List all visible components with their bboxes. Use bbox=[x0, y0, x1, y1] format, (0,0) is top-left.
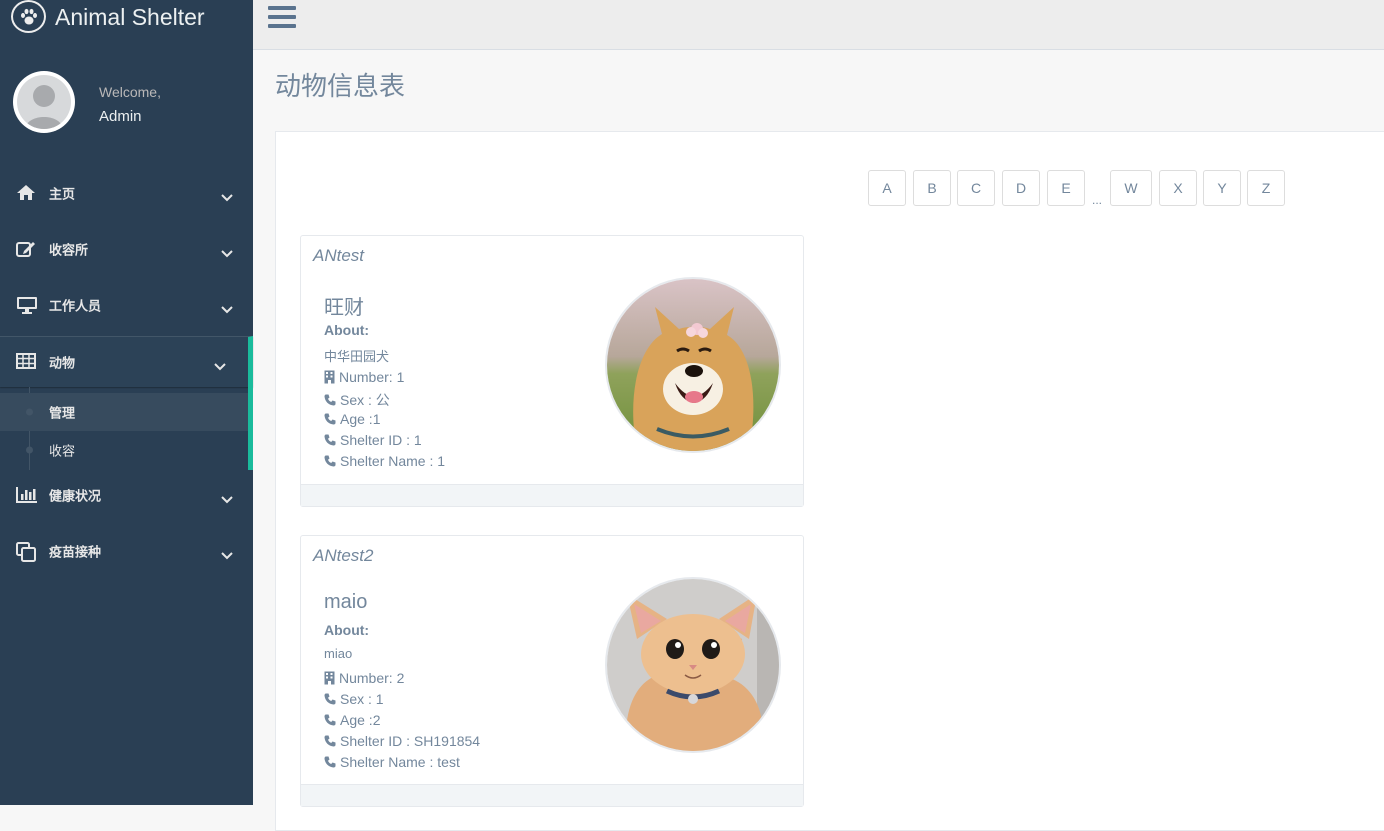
animal-name: 旺财 bbox=[324, 297, 364, 319]
sidebar-item-label: 动物 bbox=[49, 355, 76, 371]
bullet-icon bbox=[26, 408, 33, 416]
sidebar-item-vaccination[interactable]: 疫苗接种 bbox=[0, 523, 253, 579]
card-brief: ANtest2 bbox=[313, 546, 374, 565]
building-icon bbox=[324, 671, 335, 685]
phone-icon bbox=[324, 735, 336, 747]
about-label: About: bbox=[324, 622, 370, 638]
phone-icon bbox=[324, 693, 336, 705]
submenu-item-label: 管理 bbox=[49, 405, 76, 421]
sidebar-item-label: 疫苗接种 bbox=[49, 544, 102, 560]
animal-shelter-name: Shelter Name : test bbox=[324, 754, 460, 770]
sidebar-item-home[interactable]: 主页 bbox=[0, 165, 253, 221]
phone-icon bbox=[324, 714, 336, 726]
user-name: Admin bbox=[99, 108, 142, 125]
animal-card: ANtest 旺财 About: 中华田园犬 Number: 1 Sex : 公… bbox=[300, 235, 804, 507]
submenu-item-label: 收容 bbox=[49, 443, 76, 459]
chevron-down-icon bbox=[221, 547, 233, 560]
card-footer bbox=[301, 784, 803, 806]
phone-icon bbox=[324, 394, 336, 406]
orange-kitten-photo bbox=[605, 577, 781, 753]
desktop-icon bbox=[16, 296, 38, 314]
sidebar-item-label: 工作人员 bbox=[49, 298, 102, 314]
animal-description: 中华田园犬 bbox=[324, 349, 390, 364]
edit-icon bbox=[16, 240, 38, 258]
paw-icon bbox=[11, 0, 46, 33]
animal-description: miao bbox=[324, 646, 353, 661]
chevron-down-icon bbox=[221, 245, 233, 258]
animal-age: Age :2 bbox=[324, 712, 380, 728]
sidebar-item-label: 收容所 bbox=[49, 242, 89, 258]
letter-filter-w[interactable]: W bbox=[1110, 170, 1152, 206]
welcome-text: Welcome, bbox=[99, 84, 161, 100]
avatar bbox=[13, 71, 75, 133]
animal-sex: Sex : 公 bbox=[324, 390, 390, 410]
submenu-item-adopt[interactable]: 收容 bbox=[0, 431, 248, 469]
bullet-icon bbox=[26, 446, 33, 454]
animal-age: Age :1 bbox=[324, 411, 380, 427]
sidebar-item-shelter[interactable]: 收容所 bbox=[0, 221, 253, 277]
letter-filter-y[interactable]: Y bbox=[1203, 170, 1241, 206]
letter-filter-e[interactable]: E bbox=[1047, 170, 1085, 206]
card-footer bbox=[301, 484, 803, 506]
animal-card: ANtest2 maio About: miao Number: 2 Sex :… bbox=[300, 535, 804, 807]
shiba-dog-photo bbox=[605, 277, 781, 453]
animal-shelter-name: Shelter Name : 1 bbox=[324, 453, 445, 469]
letter-filter-a[interactable]: A bbox=[868, 170, 906, 206]
sidebar-item-staff[interactable]: 工作人员 bbox=[0, 277, 253, 333]
building-icon bbox=[324, 370, 335, 384]
animal-shelter-id: Shelter ID : SH191854 bbox=[324, 733, 480, 749]
animals-submenu: 管理 收容 bbox=[0, 387, 253, 470]
clone-icon bbox=[16, 542, 38, 562]
chevron-down-icon bbox=[221, 189, 233, 202]
animal-shelter-id: Shelter ID : 1 bbox=[324, 432, 422, 448]
sidebar-item-health[interactable]: 健康状况 bbox=[0, 467, 253, 523]
chevron-down-icon bbox=[221, 491, 233, 504]
about-label: About: bbox=[324, 322, 370, 338]
phone-icon bbox=[324, 413, 336, 425]
pagination-ellipsis: ... bbox=[1092, 193, 1103, 207]
page-title: 动物信息表 bbox=[275, 71, 406, 101]
animal-number: Number: 2 bbox=[324, 670, 404, 686]
phone-icon bbox=[324, 434, 336, 446]
animal-name: maio bbox=[324, 591, 368, 613]
animal-sex: Sex : 1 bbox=[324, 691, 384, 707]
phone-icon bbox=[324, 455, 336, 467]
table-icon bbox=[16, 353, 38, 371]
letter-filter-z[interactable]: Z bbox=[1247, 170, 1285, 206]
hamburger-menu-icon[interactable] bbox=[268, 6, 296, 30]
submenu-item-manage[interactable]: 管理 bbox=[0, 393, 248, 431]
animal-number: Number: 1 bbox=[324, 369, 404, 385]
sidebar-item-animals[interactable]: 动物 bbox=[0, 336, 253, 387]
brand-title: Animal Shelter bbox=[55, 4, 205, 30]
brand-link[interactable]: Animal Shelter bbox=[0, 0, 253, 37]
sidebar: Animal Shelter Welcome, Admin 主页 收容所 工作人… bbox=[0, 0, 253, 805]
chevron-down-icon bbox=[214, 358, 226, 371]
phone-icon bbox=[324, 756, 336, 768]
card-brief: ANtest bbox=[313, 246, 365, 265]
top-navbar bbox=[253, 0, 1384, 50]
bar-chart-icon bbox=[16, 486, 38, 504]
letter-filter-x[interactable]: X bbox=[1159, 170, 1197, 206]
home-icon bbox=[16, 184, 38, 202]
letter-filter-b[interactable]: B bbox=[913, 170, 951, 206]
letter-filter-d[interactable]: D bbox=[1002, 170, 1040, 206]
sidebar-item-label: 健康状况 bbox=[49, 488, 102, 504]
chevron-down-icon bbox=[221, 301, 233, 314]
letter-filter-c[interactable]: C bbox=[957, 170, 995, 206]
sidebar-item-label: 主页 bbox=[49, 186, 76, 202]
